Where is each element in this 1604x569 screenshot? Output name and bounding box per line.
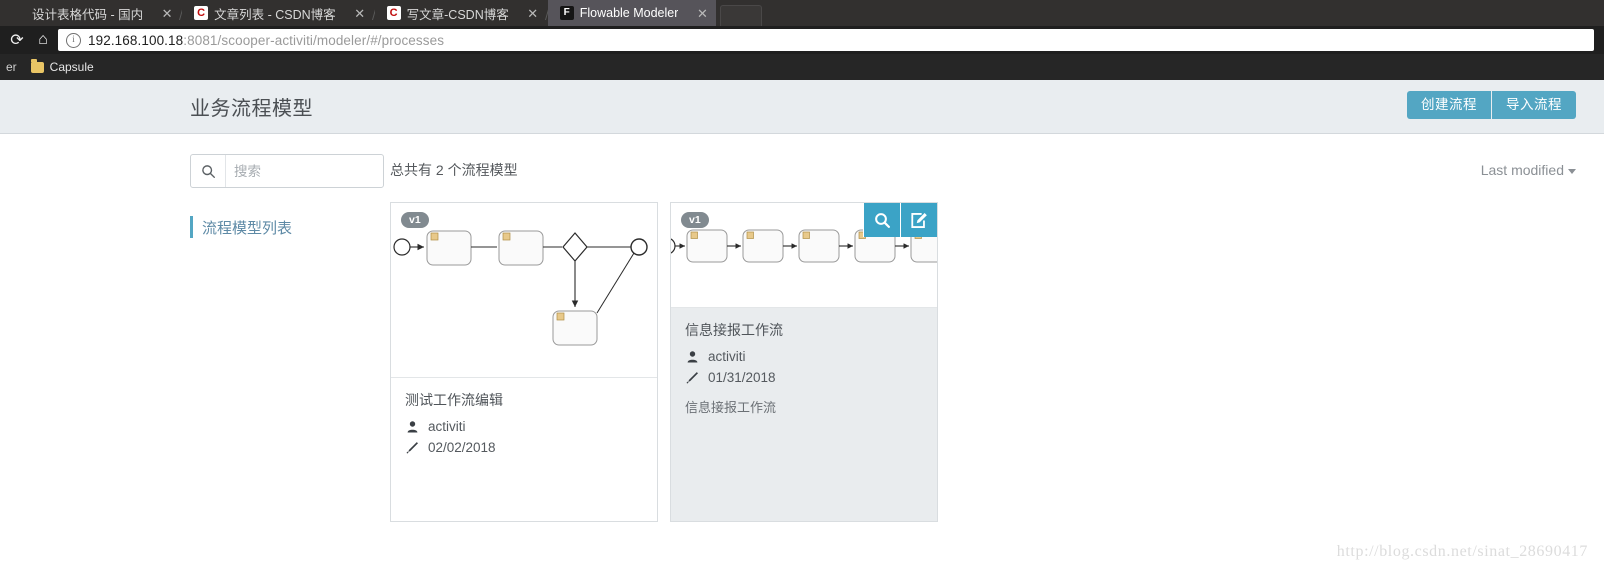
author-row: activiti — [685, 349, 923, 364]
content-toolbar: 总共有 2 个流程模型 Last modified — [390, 154, 1576, 186]
card-spacer — [405, 461, 643, 503]
process-model-card[interactable]: v1 — [390, 202, 658, 522]
search-icon — [191, 155, 226, 187]
watermark: http://blog.csdn.net/sinat_28690417 — [1336, 543, 1588, 560]
app-header: 业务流程模型 创建流程 导入流程 — [0, 80, 1604, 134]
page-title: 业务流程模型 — [190, 98, 313, 120]
home-icon[interactable]: ⌂ — [30, 27, 56, 53]
url-path: :8081/scooper-activiti/modeler/#/process… — [183, 32, 445, 48]
bookmark-item-truncated[interactable]: er — [6, 60, 17, 74]
chevron-down-icon — [1568, 168, 1576, 174]
process-model-card[interactable]: v1 — [670, 202, 938, 522]
sort-dropdown[interactable]: Last modified — [1481, 162, 1576, 178]
address-bar[interactable]: i 192.168.100.18:8081/scooper-activiti/m… — [58, 29, 1594, 51]
bookmark-label: Capsule — [49, 60, 94, 74]
csdn-favicon: C — [386, 6, 401, 20]
flowable-favicon: F — [559, 6, 574, 20]
view-process-button[interactable] — [863, 203, 900, 237]
sort-dropdown-label: Last modified — [1480, 162, 1564, 178]
author-row: activiti — [405, 419, 643, 434]
app-body: 流程模型列表 总共有 2 个流程模型 Last modified v1 — [0, 134, 1604, 522]
bpmn-diagram — [393, 230, 648, 346]
browser-tab-title: 写文章-CSDN博客 — [406, 7, 509, 22]
browser-tab-title: Flowable Modeler — [579, 6, 679, 20]
process-model-description: 信息接报工作流 — [685, 400, 777, 415]
browser-tab-3[interactable]: C 写文章-CSDN博客 ✕ — [374, 0, 547, 26]
browser-toolbar: ⟳ ⌂ i 192.168.100.18:8081/scooper-activi… — [0, 26, 1604, 54]
process-model-name: 测试工作流编辑 — [405, 392, 503, 408]
browser-tab-1[interactable]: 设计表格代码 - 国内 ✕ — [0, 0, 182, 26]
header-actions: 创建流程 导入流程 — [1407, 91, 1576, 119]
pencil-icon — [685, 371, 699, 384]
process-model-grid: v1 测试工作流编辑 activiti 02/02/2018 v1 信息接报工作… — [390, 202, 1576, 522]
version-badge: v1 — [401, 212, 429, 228]
create-process-button[interactable]: 创建流程 — [1407, 91, 1492, 119]
import-process-button[interactable]: 导入流程 — [1492, 91, 1576, 119]
card-info: 信息接报工作流 activiti 01/31/2018 信息接报工作流 — [671, 308, 937, 434]
address-bar-url: 192.168.100.18:8081/scooper-activiti/mod… — [88, 33, 444, 48]
edit-process-button[interactable] — [900, 203, 937, 237]
process-diagram-thumbnail: v1 — [671, 203, 937, 308]
browser-tabstrip: 设计表格代码 - 国内 ✕ C 文章列表 - CSDN博客 ✕ C 写文章-CS… — [0, 0, 1604, 26]
sidebar-item-process-model-list[interactable]: 流程模型列表 — [190, 216, 374, 238]
sidebar-item-label: 流程模型列表 — [202, 219, 293, 237]
total-count-label: 总共有 2 个流程模型 — [390, 162, 518, 178]
author-name: activiti — [428, 419, 466, 434]
user-icon — [405, 420, 419, 433]
process-model-name: 信息接报工作流 — [685, 322, 783, 338]
flowable-modeler-app: 业务流程模型 创建流程 导入流程 流程模型列表 — [0, 80, 1604, 522]
card-info: 测试工作流编辑 activiti 02/02/2018 — [391, 378, 657, 521]
reload-icon[interactable]: ⟳ — [4, 27, 30, 53]
browser-tab-title: 设计表格代码 - 国内 — [32, 7, 144, 22]
pencil-icon — [405, 441, 419, 454]
search-box[interactable] — [190, 154, 384, 188]
browser-tab-2[interactable]: C 文章列表 - CSDN博客 ✕ — [182, 0, 374, 26]
browser-tab-4[interactable]: F Flowable Modeler ✕ — [547, 0, 717, 26]
process-diagram-thumbnail: v1 — [391, 203, 657, 378]
sidebar: 流程模型列表 — [190, 154, 390, 522]
browser-chrome: 设计表格代码 - 国内 ✕ C 文章列表 - CSDN博客 ✕ C 写文章-CS… — [0, 0, 1604, 80]
date-row: 02/02/2018 — [405, 440, 643, 455]
close-icon[interactable]: ✕ — [527, 7, 539, 20]
close-icon[interactable]: ✕ — [354, 7, 366, 20]
author-name: activiti — [708, 349, 746, 364]
site-info-icon[interactable]: i — [66, 32, 81, 48]
folder-icon — [30, 58, 44, 73]
left-rail-spacer — [0, 154, 190, 522]
browser-tab-title: 文章列表 - CSDN博客 — [214, 7, 336, 22]
bookmark-item-capsule[interactable]: Capsule — [30, 58, 94, 74]
version-badge: v1 — [681, 212, 709, 228]
url-host: 192.168.100.18 — [88, 32, 184, 48]
bookmarks-bar: er Capsule — [0, 54, 1604, 80]
modified-date: 01/31/2018 — [708, 370, 776, 385]
close-icon[interactable]: ✕ — [161, 7, 173, 20]
user-icon — [685, 350, 699, 363]
csdn-favicon: C — [194, 6, 209, 20]
new-tab-button[interactable] — [720, 5, 763, 26]
sidebar-nav: 流程模型列表 — [190, 216, 374, 238]
search-input[interactable] — [226, 155, 383, 187]
date-row: 01/31/2018 — [685, 370, 923, 385]
close-icon[interactable]: ✕ — [696, 7, 708, 20]
main-content: 总共有 2 个流程模型 Last modified v1 测试工作流编辑 act… — [390, 154, 1604, 522]
modified-date: 02/02/2018 — [428, 440, 496, 455]
blank-favicon — [12, 6, 26, 20]
card-hover-actions — [863, 203, 937, 237]
